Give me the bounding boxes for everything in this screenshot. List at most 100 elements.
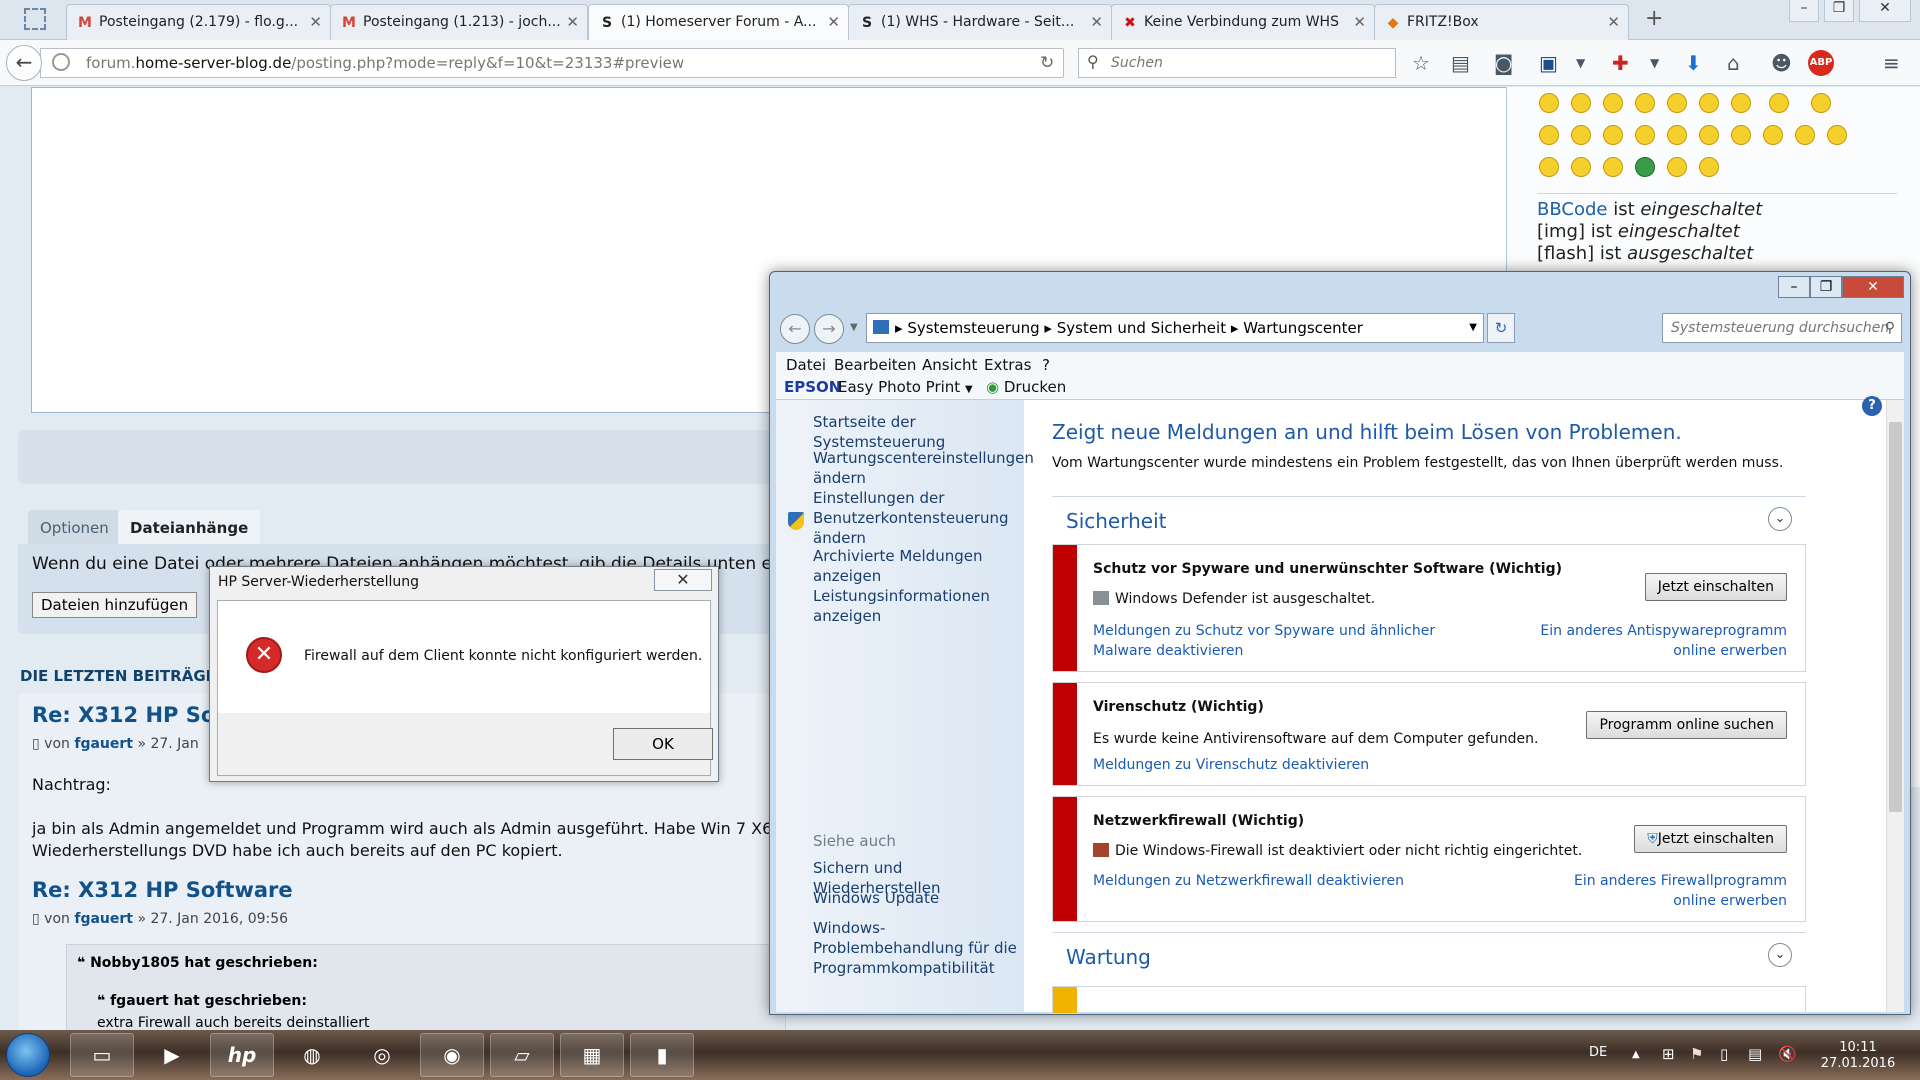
- language-indicator[interactable]: DE: [1589, 1045, 1607, 1060]
- link-disable-spyware-messages[interactable]: Meldungen zu Schutz vor Spyware und ähnl…: [1093, 621, 1483, 661]
- tab-close-icon[interactable]: ✕: [309, 13, 322, 31]
- post-title[interactable]: Re: X312 HP Software: [32, 878, 293, 902]
- link-disable-virus-messages[interactable]: Meldungen zu Virenschutz deaktivieren: [1093, 755, 1369, 775]
- control-panel-taskbar-button[interactable]: ▦: [560, 1033, 624, 1077]
- browser-tab-whs-hardware[interactable]: S (1) WHS - Hardware - Seit... ✕: [848, 4, 1112, 40]
- smiley-icon[interactable]: [1539, 125, 1559, 145]
- adblock-icon[interactable]: ABP: [1808, 50, 1834, 76]
- smiley-icon[interactable]: [1811, 93, 1831, 113]
- tab-close-icon[interactable]: ✕: [1353, 13, 1366, 31]
- browser-tab-gmail-1[interactable]: M Posteingang (2.179) - flo.g... ✕: [66, 4, 331, 40]
- search-input[interactable]: Suchen: [1078, 48, 1396, 78]
- smiley-icon[interactable]: [1769, 93, 1789, 113]
- dropdown-arrow-icon[interactable]: ▼: [1576, 56, 1585, 70]
- url-bar[interactable]: forum.home-server-blog.de/posting.php?mo…: [40, 48, 1064, 78]
- ok-button[interactable]: OK: [613, 728, 713, 760]
- smiley-icon[interactable]: [1635, 125, 1655, 145]
- windows-logo-icon[interactable]: ⊞: [1662, 1045, 1675, 1063]
- section-security-header[interactable]: Sicherheit ⌄: [1052, 496, 1806, 536]
- smiley-icon[interactable]: [1539, 93, 1559, 113]
- tray-expand-icon[interactable]: ▲: [1632, 1049, 1640, 1060]
- explorer-taskbar-button[interactable]: ▭: [70, 1033, 134, 1077]
- search-input[interactable]: Systemsteuerung durchsuchen ⚲: [1662, 313, 1902, 343]
- chrome-taskbar-button[interactable]: ◎: [350, 1033, 414, 1077]
- link-action-center-settings[interactable]: Wartungscentereinstellungen ändern: [813, 448, 1034, 488]
- turn-on-firewall-button[interactable]: ⛨Jetzt einschalten: [1634, 825, 1787, 853]
- breadcrumb-item[interactable]: System und Sicherheit: [1057, 319, 1226, 337]
- save-disk-icon[interactable]: ▣: [1539, 51, 1558, 75]
- smiley-icon[interactable]: [1827, 125, 1847, 145]
- restore-icon[interactable]: ❐: [1824, 0, 1854, 22]
- browser-tab-homeserver-forum[interactable]: S (1) Homeserver Forum - A... ✕: [588, 4, 849, 41]
- smiley-icon[interactable]: [1699, 125, 1719, 145]
- smiley-icon[interactable]: [1571, 125, 1591, 145]
- smiley-icon[interactable]: [1571, 157, 1591, 177]
- hp-taskbar-button[interactable]: hp: [210, 1033, 274, 1077]
- smiley-icon[interactable]: [1795, 125, 1815, 145]
- home-icon[interactable]: ⌂: [1727, 51, 1740, 75]
- battery-icon[interactable]: ▯: [1720, 1045, 1728, 1063]
- smiley-icon[interactable]: [1699, 93, 1719, 113]
- chevron-down-icon[interactable]: ⌄: [1768, 943, 1792, 967]
- media-player-taskbar-button[interactable]: ▶: [140, 1033, 204, 1077]
- reading-list-icon[interactable]: ▤: [1451, 51, 1470, 75]
- download-arrow-icon[interactable]: ⬇: [1685, 51, 1702, 75]
- link-windows-update[interactable]: Windows Update: [813, 888, 1018, 908]
- smiley-icon[interactable]: [1731, 125, 1751, 145]
- refresh-icon[interactable]: ↻: [1487, 313, 1515, 343]
- link-uac-settings[interactable]: Einstellungen der Benutzerkontensteuerun…: [813, 488, 1018, 548]
- scrollbar-thumb[interactable]: [1889, 422, 1902, 812]
- close-icon[interactable]: ✕: [1842, 276, 1904, 298]
- tab-dateianhaenge[interactable]: Dateianhänge: [118, 510, 261, 544]
- tab-close-icon[interactable]: ✕: [827, 13, 840, 31]
- browser-tab-gmail-2[interactable]: M Posteingang (1.213) - joch... ✕: [330, 4, 588, 40]
- link-control-panel-home[interactable]: Startseite der Systemsteuerung: [813, 412, 1018, 452]
- section-maintenance-header[interactable]: Wartung ⌄: [1052, 932, 1806, 972]
- smiley-icon[interactable]: [1539, 157, 1559, 177]
- link-get-antispyware[interactable]: Ein anderes Antispywareprogramm online e…: [1527, 621, 1787, 661]
- chat-icon[interactable]: ☻: [1771, 51, 1792, 75]
- address-bar[interactable]: ▸ Systemsteuerung ▸ System und Sicherhei…: [866, 313, 1484, 343]
- menu-help[interactable]: ?: [1042, 356, 1050, 374]
- smiley-icon[interactable]: [1571, 93, 1591, 113]
- close-icon[interactable]: ✕: [654, 569, 712, 591]
- tab-close-icon[interactable]: ✕: [1607, 13, 1620, 31]
- back-arrow-icon[interactable]: ←: [6, 45, 42, 81]
- maximize-icon[interactable]: ❐: [1810, 276, 1842, 298]
- smiley-icon[interactable]: [1603, 93, 1623, 113]
- close-window-icon[interactable]: ✕: [1859, 0, 1911, 22]
- link-get-firewall[interactable]: Ein anderes Firewallprogramm online erwe…: [1527, 871, 1787, 911]
- add-files-button[interactable]: Dateien hinzufügen: [32, 592, 198, 618]
- tab-close-icon[interactable]: ✕: [1090, 13, 1103, 31]
- smiley-icon[interactable]: [1667, 93, 1687, 113]
- server-taskbar-button[interactable]: ▮: [630, 1033, 694, 1077]
- bookmark-star-icon[interactable]: ☆: [1412, 51, 1430, 75]
- history-dropdown-icon[interactable]: ▼: [850, 322, 858, 333]
- find-program-online-button[interactable]: Programm online suchen: [1586, 711, 1787, 739]
- link-performance-info[interactable]: Leistungsinformationen anzeigen: [813, 586, 1018, 626]
- back-arrow-icon[interactable]: ←: [780, 314, 810, 344]
- minimize-icon[interactable]: –: [1778, 276, 1810, 298]
- menu-ansicht[interactable]: Ansicht: [922, 356, 977, 374]
- menu-hamburger-icon[interactable]: ≡: [1883, 51, 1900, 75]
- epson-print[interactable]: ◉ Drucken: [986, 378, 1066, 396]
- breadcrumb-item[interactable]: Wartungscenter: [1243, 319, 1363, 337]
- breadcrumb-item[interactable]: Systemsteuerung: [907, 319, 1039, 337]
- tab-list-icon[interactable]: [24, 8, 46, 30]
- clock[interactable]: 10:11 27.01.2016: [1818, 1040, 1898, 1072]
- smiley-icon[interactable]: [1731, 93, 1751, 113]
- smiley-icon[interactable]: [1699, 157, 1719, 177]
- chevron-down-icon[interactable]: ⌄: [1768, 507, 1792, 531]
- network-icon[interactable]: ▤: [1748, 1045, 1762, 1063]
- help-icon[interactable]: ?: [1862, 396, 1882, 416]
- bbcode-link[interactable]: BBCode: [1537, 199, 1607, 220]
- browser-taskbar-button[interactable]: ◍: [280, 1033, 344, 1077]
- link-disable-firewall-messages[interactable]: Meldungen zu Netzwerkfirewall deaktivier…: [1093, 871, 1404, 891]
- volume-muted-icon[interactable]: 🔇: [1778, 1045, 1797, 1063]
- folder-taskbar-button[interactable]: ▱: [490, 1033, 554, 1077]
- smiley-icon[interactable]: [1635, 157, 1655, 177]
- red-cross-icon[interactable]: ✚: [1612, 51, 1629, 75]
- smiley-icon[interactable]: [1603, 157, 1623, 177]
- smiley-icon[interactable]: [1763, 125, 1783, 145]
- smiley-icon[interactable]: [1603, 125, 1623, 145]
